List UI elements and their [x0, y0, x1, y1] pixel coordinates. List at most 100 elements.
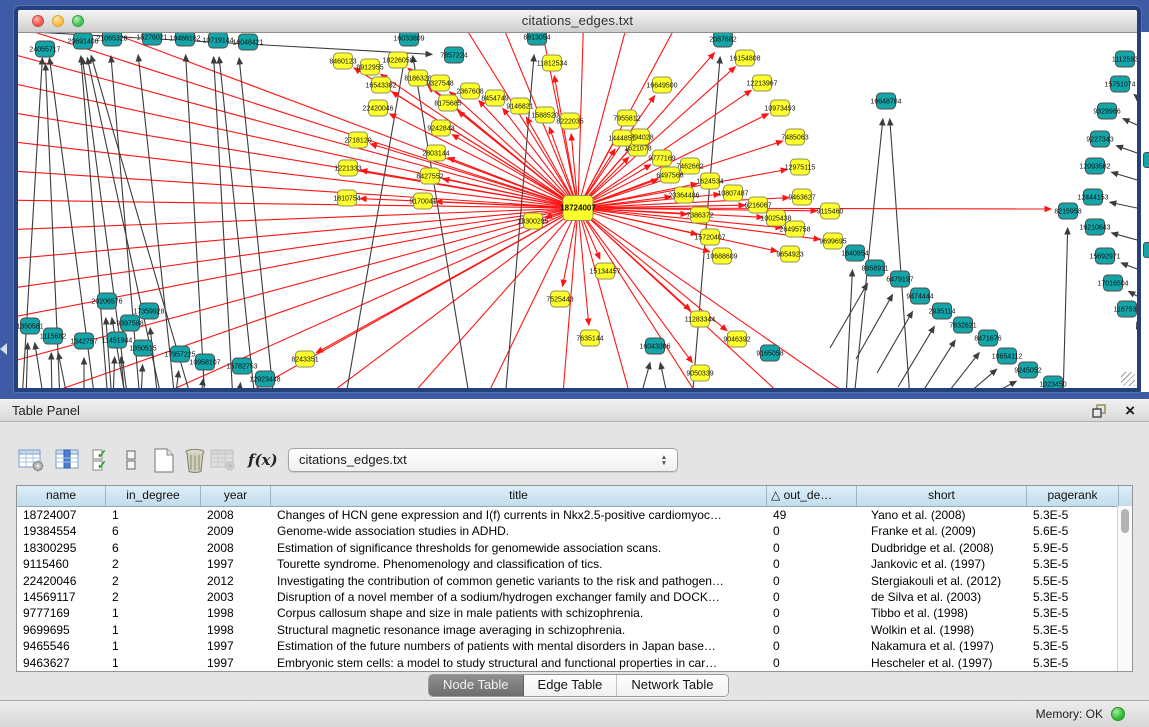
cell-name: 9463627	[17, 655, 106, 671]
table-row[interactable]: 969969511998Structural magnetic resonanc…	[17, 622, 1132, 638]
float-panel-icon[interactable]	[1091, 403, 1107, 419]
cell-year: 2008	[201, 540, 271, 556]
graph-node-label: 9777169	[648, 156, 675, 163]
cell-year: 2003	[201, 589, 271, 605]
cell-title: Investigating the contribution of common…	[271, 573, 767, 589]
graph-node-label: 9046392	[723, 337, 750, 344]
cell-year: 1997	[201, 556, 271, 572]
graph-node-label: 12213967	[746, 81, 777, 88]
cell-out_degree: 49	[767, 507, 857, 523]
table-settings-icon[interactable]	[18, 445, 45, 475]
network-canvas[interactable]: 2405571720691406210653281527602119466162…	[18, 33, 1137, 388]
cell-short: Stergiakouli et al. (2012)	[857, 573, 1027, 589]
new-column-icon[interactable]	[152, 445, 176, 475]
graph-node-label: 20206576	[91, 299, 122, 306]
zoom-window-button[interactable]	[72, 15, 84, 27]
tab-edge-table[interactable]: Edge Table	[524, 675, 618, 696]
table-row[interactable]: 977716911998Corpus callosum shape and si…	[17, 605, 1132, 621]
column-header-short[interactable]: short	[857, 486, 1027, 506]
graph-node-label: 1444851	[608, 136, 635, 143]
graph-node-label: 1350515	[129, 346, 156, 353]
row-options-icon[interactable]	[125, 445, 137, 475]
cell-title: Disruption of a novel member of a sodium…	[271, 589, 767, 605]
network-graph[interactable]: 2405571720691406210653281527602119466162…	[18, 33, 1137, 388]
graph-node-label: 9654923	[776, 252, 803, 259]
tab-network-table[interactable]: Network Table	[617, 675, 727, 696]
graph-node-label: 26495758	[779, 227, 810, 234]
network-window-titlebar[interactable]: citations_edges.txt	[18, 10, 1137, 33]
graph-node-label: 10973493	[764, 106, 795, 113]
delete-column-icon[interactable]	[183, 445, 207, 475]
graph-node-label: 16782753	[226, 364, 257, 371]
tab-node-table[interactable]: Node Table	[429, 675, 524, 696]
graph-node-label: 9227343	[1086, 137, 1113, 144]
graph-node-label: 12975115	[785, 165, 816, 172]
column-header-year[interactable]: year	[201, 486, 271, 506]
minimize-window-button[interactable]	[52, 15, 64, 27]
cell-out_degree: 0	[767, 655, 857, 671]
cell-title: Embryonic stem cells: a model to study s…	[271, 655, 767, 671]
column-header-name[interactable]: name	[17, 486, 106, 506]
table-row[interactable]: 1830029562008Estimation of significance …	[17, 540, 1132, 556]
cell-name: 9465546	[17, 638, 106, 654]
graph-node-label: 7386372	[686, 213, 713, 220]
graph-node-label: 12923448	[249, 377, 280, 384]
graph-node-label: 2803144	[422, 151, 449, 158]
column-header-pagerank[interactable]: pagerank	[1027, 486, 1119, 506]
graph-node-label: 9474444	[906, 294, 933, 301]
cell-title: Structural magnetic resonance image aver…	[271, 622, 767, 638]
hidden-panel-handle[interactable]	[0, 343, 7, 355]
graph-node-label: 8243351	[291, 357, 318, 364]
resize-grip[interactable]	[1121, 372, 1135, 386]
cell-pagerank: 5.3E-5	[1027, 507, 1119, 523]
graph-node-label: 17957225	[164, 352, 195, 359]
graph-node-label: 1640954	[841, 251, 868, 258]
close-window-button[interactable]	[32, 15, 44, 27]
cell-year: 1997	[201, 655, 271, 671]
table-row[interactable]: 1872400712008Changes of HCN gene express…	[17, 507, 1132, 523]
graph-node-label: 2367608	[456, 89, 483, 96]
graph-node-label: 2718120	[344, 138, 371, 145]
memory-status-label: Memory: OK	[1036, 701, 1103, 727]
cell-title: Estimation of significance thresholds fo…	[271, 540, 767, 556]
graph-node-label: 8222035	[556, 119, 583, 126]
column-header-title[interactable]: title	[271, 486, 767, 506]
cell-in_degree: 1	[106, 655, 201, 671]
cell-short: Yano et al. (2008)	[857, 507, 1027, 523]
function-builder-icon[interactable]: f(x)	[248, 445, 278, 475]
show-column-icon[interactable]	[55, 445, 81, 475]
table-row[interactable]: 946554611997Estimation of the future num…	[17, 638, 1132, 654]
graph-node-label: 7955812	[613, 116, 640, 123]
vertical-scrollbar[interactable]	[1117, 506, 1132, 672]
cell-name: 14569117	[17, 589, 106, 605]
close-panel-icon[interactable]: ×	[1125, 400, 1135, 421]
column-header-in_degree[interactable]: in_degree	[106, 486, 201, 506]
memory-status-dot[interactable]	[1111, 707, 1125, 721]
table-selector-dropdown[interactable]: citations_edges.txt ▲▼	[288, 448, 678, 472]
cell-title: Tourette syndrome. Phenomenology and cla…	[271, 556, 767, 572]
graph-node-label: 10654112	[992, 354, 1023, 361]
graph-node-label: 18724007	[560, 204, 596, 213]
cell-short: de Silva et al. (2003)	[857, 589, 1027, 605]
graph-node-label: 15692971	[1089, 254, 1120, 261]
graph-node-label: 7525443	[546, 297, 573, 304]
select-columns-icon[interactable]: ✓ ✓	[92, 445, 112, 475]
delete-table-icon[interactable]	[210, 445, 236, 475]
graph-node-label: 11451944	[102, 338, 133, 345]
graph-node-label: 9397588	[116, 321, 143, 328]
graph-node-label: 1115682	[40, 334, 66, 341]
table-row[interactable]: 946362711997Embryonic stem cells: a mode…	[17, 655, 1132, 671]
graph-node-label: 21065328	[96, 36, 127, 43]
cell-out_degree: 0	[767, 540, 857, 556]
table-row[interactable]: 1456911722003Disruption of a novel membe…	[17, 589, 1132, 605]
column-header-out_degree[interactable]: △ out_de…	[767, 486, 857, 506]
cell-name: 9777169	[17, 605, 106, 621]
scrollbar-thumb[interactable]	[1121, 509, 1129, 533]
table-row[interactable]: 911546021997Tourette syndrome. Phenomeno…	[17, 556, 1132, 572]
graph-node-label: 7462662	[676, 164, 703, 171]
table-row[interactable]: 2242004622012Investigating the contribut…	[17, 573, 1132, 589]
table-row[interactable]: 1938455462009Genome-wide association stu…	[17, 523, 1132, 539]
graph-node-label: 16043306	[639, 344, 670, 351]
cell-pagerank: 5.9E-5	[1027, 540, 1119, 556]
graph-node-label: 1221333	[334, 166, 361, 173]
